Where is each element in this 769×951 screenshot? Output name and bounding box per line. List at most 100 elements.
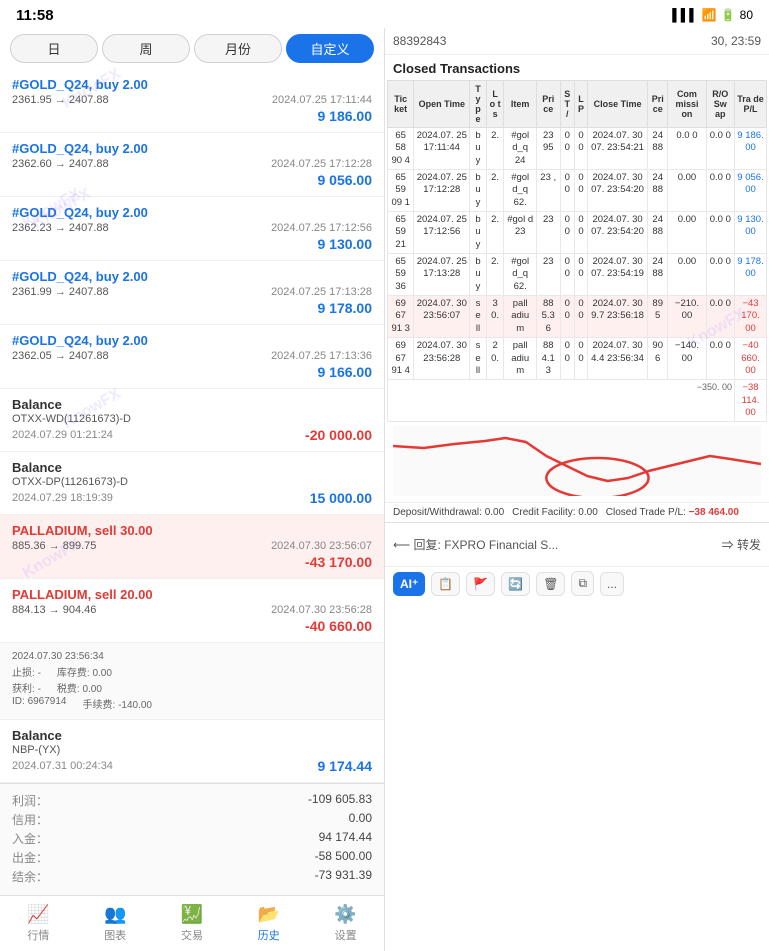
label-credit: 信用： <box>12 811 48 828</box>
label-balance: 结余： <box>12 868 48 885</box>
cell-ticket: 69 67 91 4 <box>388 338 414 380</box>
val-deposit: 94 174.44 <box>319 830 372 847</box>
cell-closetime: 2024.07. 30 07. 23:54:21 <box>588 128 648 170</box>
cell-commission: 0.0 0 <box>668 128 706 170</box>
tx-amount: 9 186.00 <box>318 108 373 124</box>
nav-quotes[interactable]: 📈 行情 <box>0 896 77 951</box>
cell-item: #gol d_q 62. <box>504 170 536 212</box>
right-panel: 88392843 30, 23:59 Closed Transactions T… <box>385 28 769 951</box>
tx-datetime: 2024.07.29 01:21:24 <box>12 429 113 441</box>
ai-button[interactable]: AI⁺ <box>393 572 425 596</box>
cell-opentime: 2024.07. 30 23:56:07 <box>414 296 470 338</box>
tx-amount: 9 174.44 <box>318 758 373 774</box>
col-closeprice: Pri ce <box>648 81 668 128</box>
cell-commission: 0.00 <box>668 254 706 296</box>
cell-commission: −140. 00 <box>668 338 706 380</box>
cell-closetime: 2024.07. 30 07. 23:54:19 <box>588 254 648 296</box>
tx-price: 885.36 → 899.75 <box>12 540 96 552</box>
tab-month[interactable]: 月份 <box>194 34 282 63</box>
cell-sl: 0 0 <box>560 296 574 338</box>
val-profit: -109 605.83 <box>308 792 372 809</box>
more-button[interactable]: ... <box>600 572 624 596</box>
cell-sl: 0 0 <box>560 254 574 296</box>
cell-item: #gol d_q 24 <box>504 128 536 170</box>
list-item[interactable]: PALLADIUM, sell 30.00 885.36 → 899.75 20… <box>0 515 384 579</box>
tx-sub: NBP-(YX) <box>12 744 372 756</box>
cell-tradepnl: −40 660. 00 <box>735 338 767 380</box>
delete-button[interactable]: 🗑 <box>536 572 565 596</box>
tx-amount: 9 178.00 <box>318 300 373 316</box>
tx-price: 2361.95 → 2407.88 <box>12 94 109 106</box>
status-time: 11:58 <box>16 7 54 24</box>
label-fees: 库存费: 0.00 <box>57 664 112 679</box>
tab-day[interactable]: 日 <box>10 34 98 63</box>
tx-datetime: 2024.07.30 23:56:07 <box>271 540 372 552</box>
tx-title: #GOLD_Q24, buy 2.00 <box>12 269 372 284</box>
cell-lp: 0 0 <box>575 128 588 170</box>
val-credit: 0.00 <box>349 811 372 828</box>
tx-datetime: 2024.07.25 17:13:36 <box>271 350 372 362</box>
cell-swap: 0.0 0 <box>706 296 734 338</box>
cell-closetime: 2024.07. 30 07. 23:54:20 <box>588 170 648 212</box>
reply-label[interactable]: ⟵ 回复: FXPRO Financial S... <box>393 536 716 553</box>
label-id: ID: 6967914 <box>12 696 67 711</box>
label-profit: 利润： <box>12 792 48 809</box>
tab-custom[interactable]: 自定义 <box>286 34 374 63</box>
list-item[interactable]: #GOLD_Q24, buy 2.00 2362.60 → 2407.88 20… <box>0 133 384 197</box>
tab-week[interactable]: 周 <box>102 34 190 63</box>
val-balance: -73 931.39 <box>315 868 372 885</box>
table-row: 69 67 91 3 2024.07. 30 23:56:07 s e ll 3… <box>388 296 767 338</box>
tx-price: 2361.99 → 2407.88 <box>12 286 109 298</box>
cell-price: 23 <box>536 212 560 254</box>
col-swap: R/O Sw ap <box>706 81 734 128</box>
tx-sub: OTXX-WD(11261673)-D <box>12 413 372 425</box>
nav-label-history: 历史 <box>258 927 280 943</box>
refresh-button[interactable]: 🔄 <box>501 572 530 596</box>
cell-extra-pnl: −38 114. 00 <box>735 380 767 422</box>
clipboard-button[interactable]: 📋 <box>431 572 460 596</box>
copy-button[interactable]: ⧉ <box>571 571 594 596</box>
cell-swap: 0.0 0 <box>706 254 734 296</box>
quotes-icon: 📈 <box>27 904 49 925</box>
col-item: Item <box>504 81 536 128</box>
list-item[interactable]: Balance OTXX-WD(11261673)-D 2024.07.29 0… <box>0 389 384 452</box>
cell-tradepnl: 9 186. 00 <box>735 128 767 170</box>
cell-swap: 0.0 0 <box>706 170 734 212</box>
list-item[interactable]: Balance OTXX-DP(11261673)-D 2024.07.29 1… <box>0 452 384 515</box>
cell-extra: −350. 00 <box>388 380 735 422</box>
tx-datetime: 2024.07.30 23:56:28 <box>271 604 372 616</box>
cell-sl: 0 0 <box>560 128 574 170</box>
flag-button[interactable]: 🚩 <box>466 572 495 596</box>
list-item[interactable]: #GOLD_Q24, buy 2.00 2361.99 → 2407.88 20… <box>0 261 384 325</box>
tx-amount: -43 170.00 <box>305 554 372 570</box>
tx-title: PALLADIUM, sell 20.00 <box>12 587 372 602</box>
tx-title: #GOLD_Q24, buy 2.00 <box>12 141 372 156</box>
list-item[interactable]: Balance NBP-(YX) 2024.07.31 00:24:34 9 1… <box>0 720 384 783</box>
cell-ticket: 65 58 90 4 <box>388 128 414 170</box>
cell-sl: 0 0 <box>560 212 574 254</box>
nav-settings[interactable]: ⚙️ 设置 <box>307 896 384 951</box>
tx-datetime: 2024.07.29 18:19:39 <box>12 492 113 504</box>
summary-closed-value: −38 464.00 <box>689 507 739 518</box>
list-item[interactable]: #GOLD_Q24, buy 2.00 2362.23 → 2407.88 20… <box>0 197 384 261</box>
summary-deposit: Deposit/Withdrawal: 0.00 <box>393 507 504 518</box>
nav-trade[interactable]: 💹 交易 <box>154 896 231 951</box>
list-item[interactable]: #GOLD_Q24, buy 2.00 2361.95 → 2407.88 20… <box>0 69 384 133</box>
cell-closetime: 2024.07. 30 07. 23:54:20 <box>588 212 648 254</box>
list-item[interactable]: #GOLD_Q24, buy 2.00 2362.05 → 2407.88 20… <box>0 325 384 389</box>
cell-lp: 0 0 <box>575 212 588 254</box>
col-opentime: Open Time <box>414 81 470 128</box>
cell-closeprice: 24 88 <box>648 128 668 170</box>
tx-price: 2362.05 → 2407.88 <box>12 350 109 362</box>
tx-title: #GOLD_Q24, buy 2.00 <box>12 77 372 92</box>
nav-label-settings: 设置 <box>335 927 357 943</box>
tx-price: 884.13 → 904.46 <box>12 604 96 616</box>
list-item[interactable]: PALLADIUM, sell 20.00 884.13 → 904.46 20… <box>0 579 384 643</box>
nav-label-chart: 图表 <box>104 927 126 943</box>
status-bar: 11:58 ▌▌▌ 📶 🔋 80 <box>0 0 769 28</box>
nav-chart[interactable]: 👥 图表 <box>77 896 154 951</box>
nav-history[interactable]: 📂 历史 <box>230 896 307 951</box>
col-lp: L P <box>575 81 588 128</box>
forward-label[interactable]: ⇒ 转发 <box>722 536 761 553</box>
settings-icon: ⚙️ <box>334 904 356 925</box>
